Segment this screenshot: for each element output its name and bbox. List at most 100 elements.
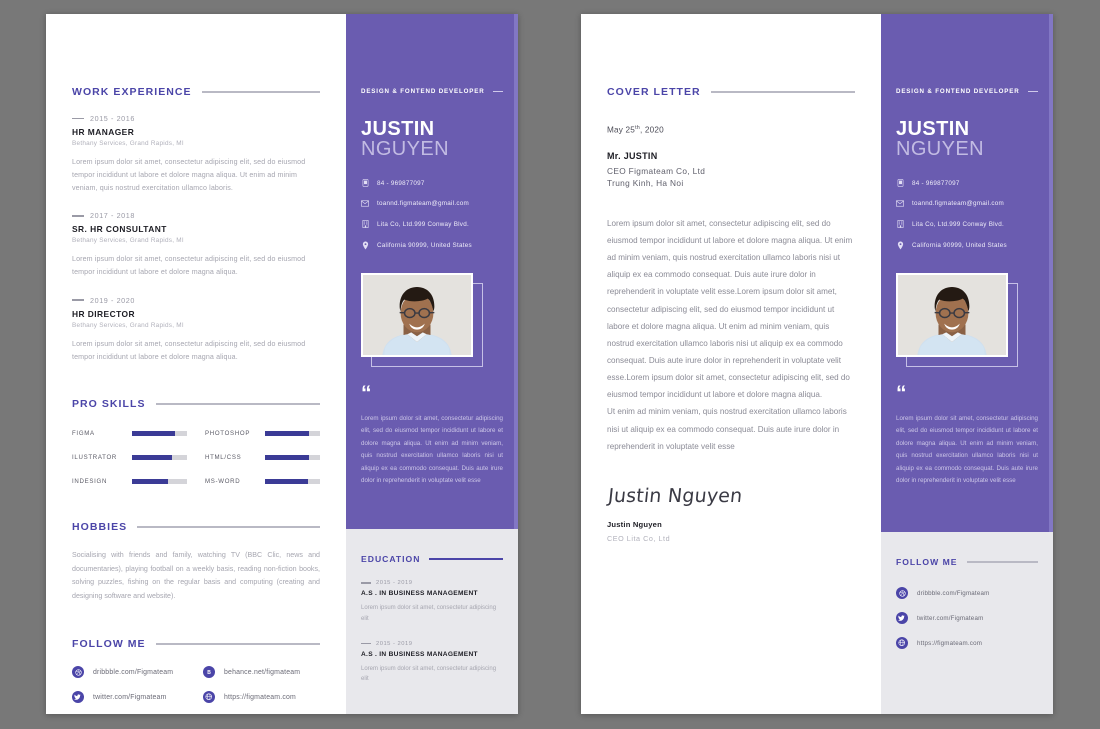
tagline-rule [1027, 90, 1038, 93]
social-link-dribbble[interactable]: dribbble.com/Figmateam [72, 666, 189, 679]
section-title: PRO SKILLS [72, 397, 146, 410]
skill-track [265, 478, 320, 484]
education-entry: 2015 - 2019 A.S . IN BUSINESS MANAGEMENT… [361, 580, 503, 625]
hobbies-heading: HOBBIES [72, 521, 320, 533]
contact-text: California 90999, United States [377, 242, 472, 249]
entry-description: Lorem ipsum dolor sit amet, consectetur … [361, 605, 497, 622]
contact-company[interactable]: Lita Co, Ltd.999 Conway Blvd. [896, 220, 1038, 228]
skill-label: ILUSTRATOR [72, 453, 118, 461]
entry-date-row: 2015 - 2019 [361, 580, 503, 586]
contact-address[interactable]: California 90999, United States [361, 241, 503, 250]
follow-me-heading: FOLLOW ME [896, 557, 1038, 567]
contact-list: 84 - 969877097 toannd.figmateam@gmail.co… [361, 179, 503, 250]
skills-grid: FIGMA PHOTOSHOP ILUSTRATOR HTML/CSS INDE… [72, 430, 320, 485]
entry-degree: A.S . IN BUSINESS MANAGEMENT [361, 590, 478, 597]
profile-photo [361, 273, 473, 357]
entry-date-row: 2015 - 2016 [72, 114, 320, 123]
portrait-illustration [363, 275, 471, 355]
phone-icon [361, 179, 369, 187]
contact-phone[interactable]: 84 - 969877097 [896, 179, 1038, 187]
tagline-rule [492, 90, 503, 93]
entry-description: Lorem ipsum dolor sit amet, consectetur … [361, 665, 497, 683]
heading-rule [155, 402, 320, 405]
resume-page: WORK EXPERIENCE 2015 - 2016 HR MANAGER B… [46, 14, 518, 714]
skill-item: MS-WORD [205, 478, 320, 485]
contact-email[interactable]: toannd.figmateam@gmail.com [361, 200, 503, 207]
contact-phone[interactable]: 84 - 969877097 [361, 179, 503, 187]
cover-letter-heading: COVER LETTER [607, 14, 855, 98]
signature: Justin Nguyen [607, 484, 744, 507]
social-link-twitter[interactable]: twitter.com/Figmateam [72, 691, 189, 704]
building-icon [896, 220, 904, 228]
skill-track [265, 430, 320, 436]
signer-name: Justin Nguyen [607, 519, 662, 529]
skill-fill [265, 430, 309, 436]
social-link-label: https://figmateam.com [224, 693, 296, 701]
envelope-icon [896, 200, 904, 207]
screenshot-canvas: WORK EXPERIENCE 2015 - 2016 HR MANAGER B… [0, 0, 1100, 729]
education-block: EDUCATION 2015 - 2019 A.S . IN BUSINESS … [346, 529, 518, 685]
entry-date: 2019 - 2020 [90, 295, 135, 305]
letter-body: Lorem ipsum dolor sit amet, consectetur … [607, 215, 855, 455]
heading-rule [155, 643, 320, 646]
quote-mark-icon: “ [896, 382, 907, 405]
skill-track [132, 478, 187, 484]
social-link-twitter[interactable]: twitter.com/Figmateam [896, 612, 1038, 624]
skill-fill [132, 454, 172, 460]
heading-rule [429, 558, 503, 560]
letter-paragraph: Ut enim ad minim veniam, quis nostrud ex… [607, 407, 847, 451]
building-icon [361, 220, 369, 228]
contact-email[interactable]: toannd.figmateam@gmail.com [896, 200, 1038, 207]
signer-role: CEO Lita Co, Ltd [607, 533, 671, 543]
social-link-behance[interactable]: B behance.net/figmateam [203, 666, 320, 679]
entry-date-row: 2019 - 2020 [72, 296, 320, 305]
heading-rule [966, 561, 1038, 563]
follow-me-block: FOLLOW ME dribbble.com/Figmateam twitter… [881, 532, 1053, 649]
profile-photo-wrap [361, 273, 483, 367]
letter-date-text: May 25 [607, 125, 636, 135]
section-title: COVER LETTER [607, 86, 701, 98]
date-dash [72, 299, 84, 301]
sidebar-quote-text: Lorem ipsum dolor sit amet, consectetur … [361, 415, 503, 485]
contact-address[interactable]: California 90999, United States [896, 241, 1038, 250]
skill-label: MS-WORD [205, 477, 241, 485]
tagline: DESIGN & FONTEND DEVELOPER [896, 88, 1020, 95]
letter-date-year: , 2020 [639, 125, 664, 135]
section-title: FOLLOW ME [896, 557, 958, 567]
work-entry: 2017 - 2018 SR. HR CONSULTANT Bethany Se… [72, 211, 320, 279]
entry-date-row: 2017 - 2018 [72, 211, 320, 220]
entry-description: Lorem ipsum dolor sit amet, consectetur … [72, 255, 306, 277]
globe-icon [203, 691, 215, 704]
entry-organization: Bethany Services, Grand Rapids, MI [72, 321, 184, 329]
social-link-dribbble[interactable]: dribbble.com/Figmateam [896, 587, 1038, 599]
dribbble-icon [896, 587, 908, 599]
social-link-website[interactable]: https://figmateam.com [896, 637, 1038, 649]
candidate-name: JUSTIN NGUYEN [361, 119, 503, 159]
skill-fill [132, 430, 175, 436]
skill-fill [265, 454, 309, 460]
recipient-name: Mr. JUSTIN [607, 150, 658, 161]
sidebar-quote-text: Lorem ipsum dolor sit amet, consectetur … [896, 415, 1038, 485]
entry-date: 2015 - 2019 [376, 640, 413, 647]
skill-item: INDESIGN [72, 478, 187, 485]
entry-date-row: 2015 - 2019 [361, 641, 503, 647]
profile-photo-wrap [896, 273, 1018, 367]
contact-list: 84 - 969877097 toannd.figmateam@gmail.co… [896, 179, 1038, 250]
resume-sidebar: DESIGN & FONTEND DEVELOPER JUSTIN NGUYEN… [346, 14, 518, 714]
skill-track [265, 454, 320, 460]
skill-item: HTML/CSS [205, 454, 320, 461]
skill-label: PHOTOSHOP [205, 429, 251, 437]
cover-letter-page: COVER LETTER May 25th, 2020 Mr. JUSTIN C… [581, 14, 1053, 714]
dribbble-icon [72, 666, 84, 679]
cover-letter-sidebar: DESIGN & FONTEND DEVELOPER JUSTIN NGUYEN… [881, 14, 1053, 714]
recipient-address: Trung Kinh, Ha Noi [607, 177, 684, 188]
education-entry: 2015 - 2019 A.S . IN BUSINESS MANAGEMENT… [361, 641, 503, 686]
last-name: NGUYEN [361, 138, 449, 160]
contact-company[interactable]: Lita Co, Ltd.999 Conway Blvd. [361, 220, 503, 228]
heading-rule [710, 91, 855, 93]
skill-fill [132, 478, 168, 484]
pro-skills-heading: PRO SKILLS [72, 398, 320, 410]
portrait-illustration [898, 275, 1006, 355]
social-link-website[interactable]: https://figmateam.com [203, 691, 320, 704]
skill-label: INDESIGN [72, 477, 108, 485]
